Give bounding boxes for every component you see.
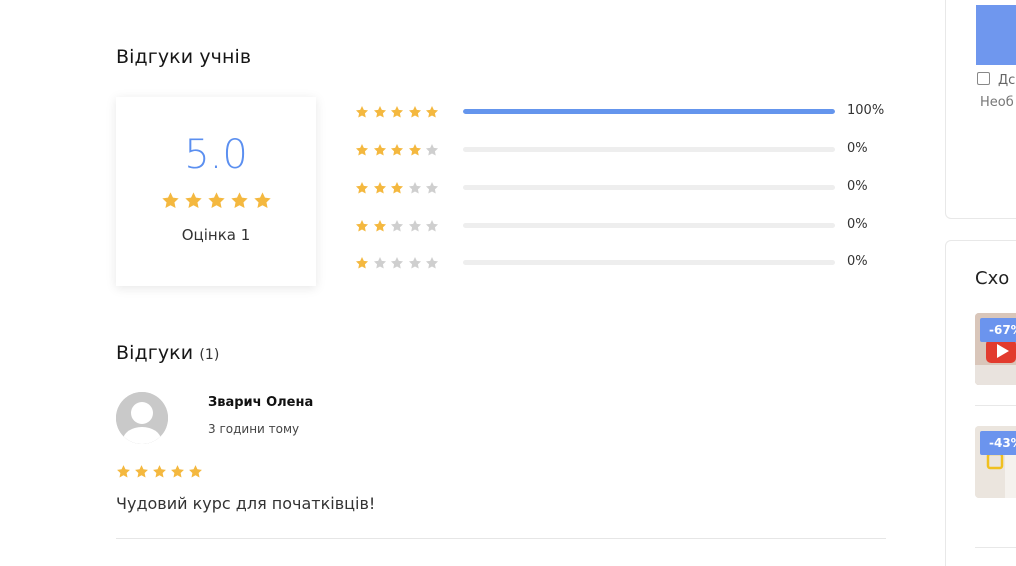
star-empty-icon (408, 256, 422, 270)
rating-count-label: Оцінка 1 (181, 226, 251, 244)
discount-badge: -43% (980, 431, 1016, 455)
star-empty-icon (408, 181, 422, 195)
star-filled-icon (134, 464, 149, 479)
star-filled-icon (207, 191, 226, 210)
reviews-count: (1) (199, 347, 220, 363)
star-filled-icon (184, 191, 203, 210)
rating-percent: 0% (847, 141, 868, 156)
star-filled-icon (373, 219, 387, 233)
star-empty-icon (425, 219, 439, 233)
reviewer-name: Зварич Олена (208, 395, 314, 410)
course-note: Необ (980, 95, 1014, 110)
star-filled-icon (408, 143, 422, 157)
rating-row-1: 0% (355, 254, 895, 272)
rating-row-5: 100% (355, 103, 895, 121)
rating-row-stars (355, 256, 439, 270)
average-rating-card: 5.0 Оцінка 1 (116, 97, 316, 286)
rating-percent: 0% (847, 217, 868, 232)
star-empty-icon (408, 219, 422, 233)
star-empty-icon (425, 181, 439, 195)
rating-percent: 0% (847, 179, 868, 194)
star-filled-icon (373, 105, 387, 119)
star-filled-icon (408, 105, 422, 119)
course-thumbnail[interactable] (976, 5, 1016, 65)
reviews-title: Відгуки (1) (116, 342, 219, 364)
rating-bar-fill (463, 109, 835, 114)
star-filled-icon (355, 143, 369, 157)
star-filled-icon (355, 256, 369, 270)
star-filled-icon (170, 464, 185, 479)
rating-row-stars (355, 181, 439, 195)
star-filled-icon (152, 464, 167, 479)
calendar-icon (977, 72, 990, 85)
star-empty-icon (373, 256, 387, 270)
star-filled-icon (390, 143, 404, 157)
rating-percent: 0% (847, 254, 868, 269)
ratings-title: Відгуки учнів (116, 46, 252, 68)
rating-row-stars (355, 105, 439, 119)
similar-courses-title: Схо (975, 268, 1010, 289)
star-filled-icon (253, 191, 272, 210)
star-filled-icon (355, 105, 369, 119)
course-date: Дс (977, 72, 1015, 88)
star-filled-icon (116, 464, 131, 479)
reviews-title-text: Відгуки (116, 342, 194, 364)
star-filled-icon (355, 219, 369, 233)
rating-row-stars (355, 219, 439, 233)
star-filled-icon (425, 105, 439, 119)
star-filled-icon (390, 181, 404, 195)
rating-row-4: 0% (355, 141, 895, 159)
average-rating-value: 5.0 (184, 132, 248, 178)
star-filled-icon (373, 181, 387, 195)
star-empty-icon (390, 219, 404, 233)
rating-bar-track (463, 260, 835, 265)
rating-bar-track (463, 109, 835, 114)
star-filled-icon (230, 191, 249, 210)
discount-badge: -67% (980, 318, 1016, 342)
review-time: 3 години тому (208, 422, 300, 436)
rating-bar-track (463, 223, 835, 228)
review-stars (116, 464, 203, 479)
divider (975, 405, 1016, 406)
rating-bar-track (463, 147, 835, 152)
star-filled-icon (373, 143, 387, 157)
divider (975, 547, 1016, 548)
rating-row-2: 0% (355, 217, 895, 235)
star-filled-icon (161, 191, 180, 210)
divider (116, 538, 886, 539)
review-text: Чудовий курс для початківців! (116, 494, 376, 513)
star-filled-icon (188, 464, 203, 479)
star-empty-icon (390, 256, 404, 270)
star-filled-icon (355, 181, 369, 195)
star-filled-icon (390, 105, 404, 119)
average-rating-stars (116, 191, 316, 210)
user-avatar-icon (116, 392, 168, 444)
rating-row-3: 0% (355, 179, 895, 197)
rating-percent: 100% (847, 103, 885, 118)
star-empty-icon (425, 256, 439, 270)
rating-row-stars (355, 143, 439, 157)
star-empty-icon (425, 143, 439, 157)
rating-bar-track (463, 185, 835, 190)
avatar[interactable] (116, 392, 168, 444)
course-date-text: Дс (998, 73, 1016, 88)
